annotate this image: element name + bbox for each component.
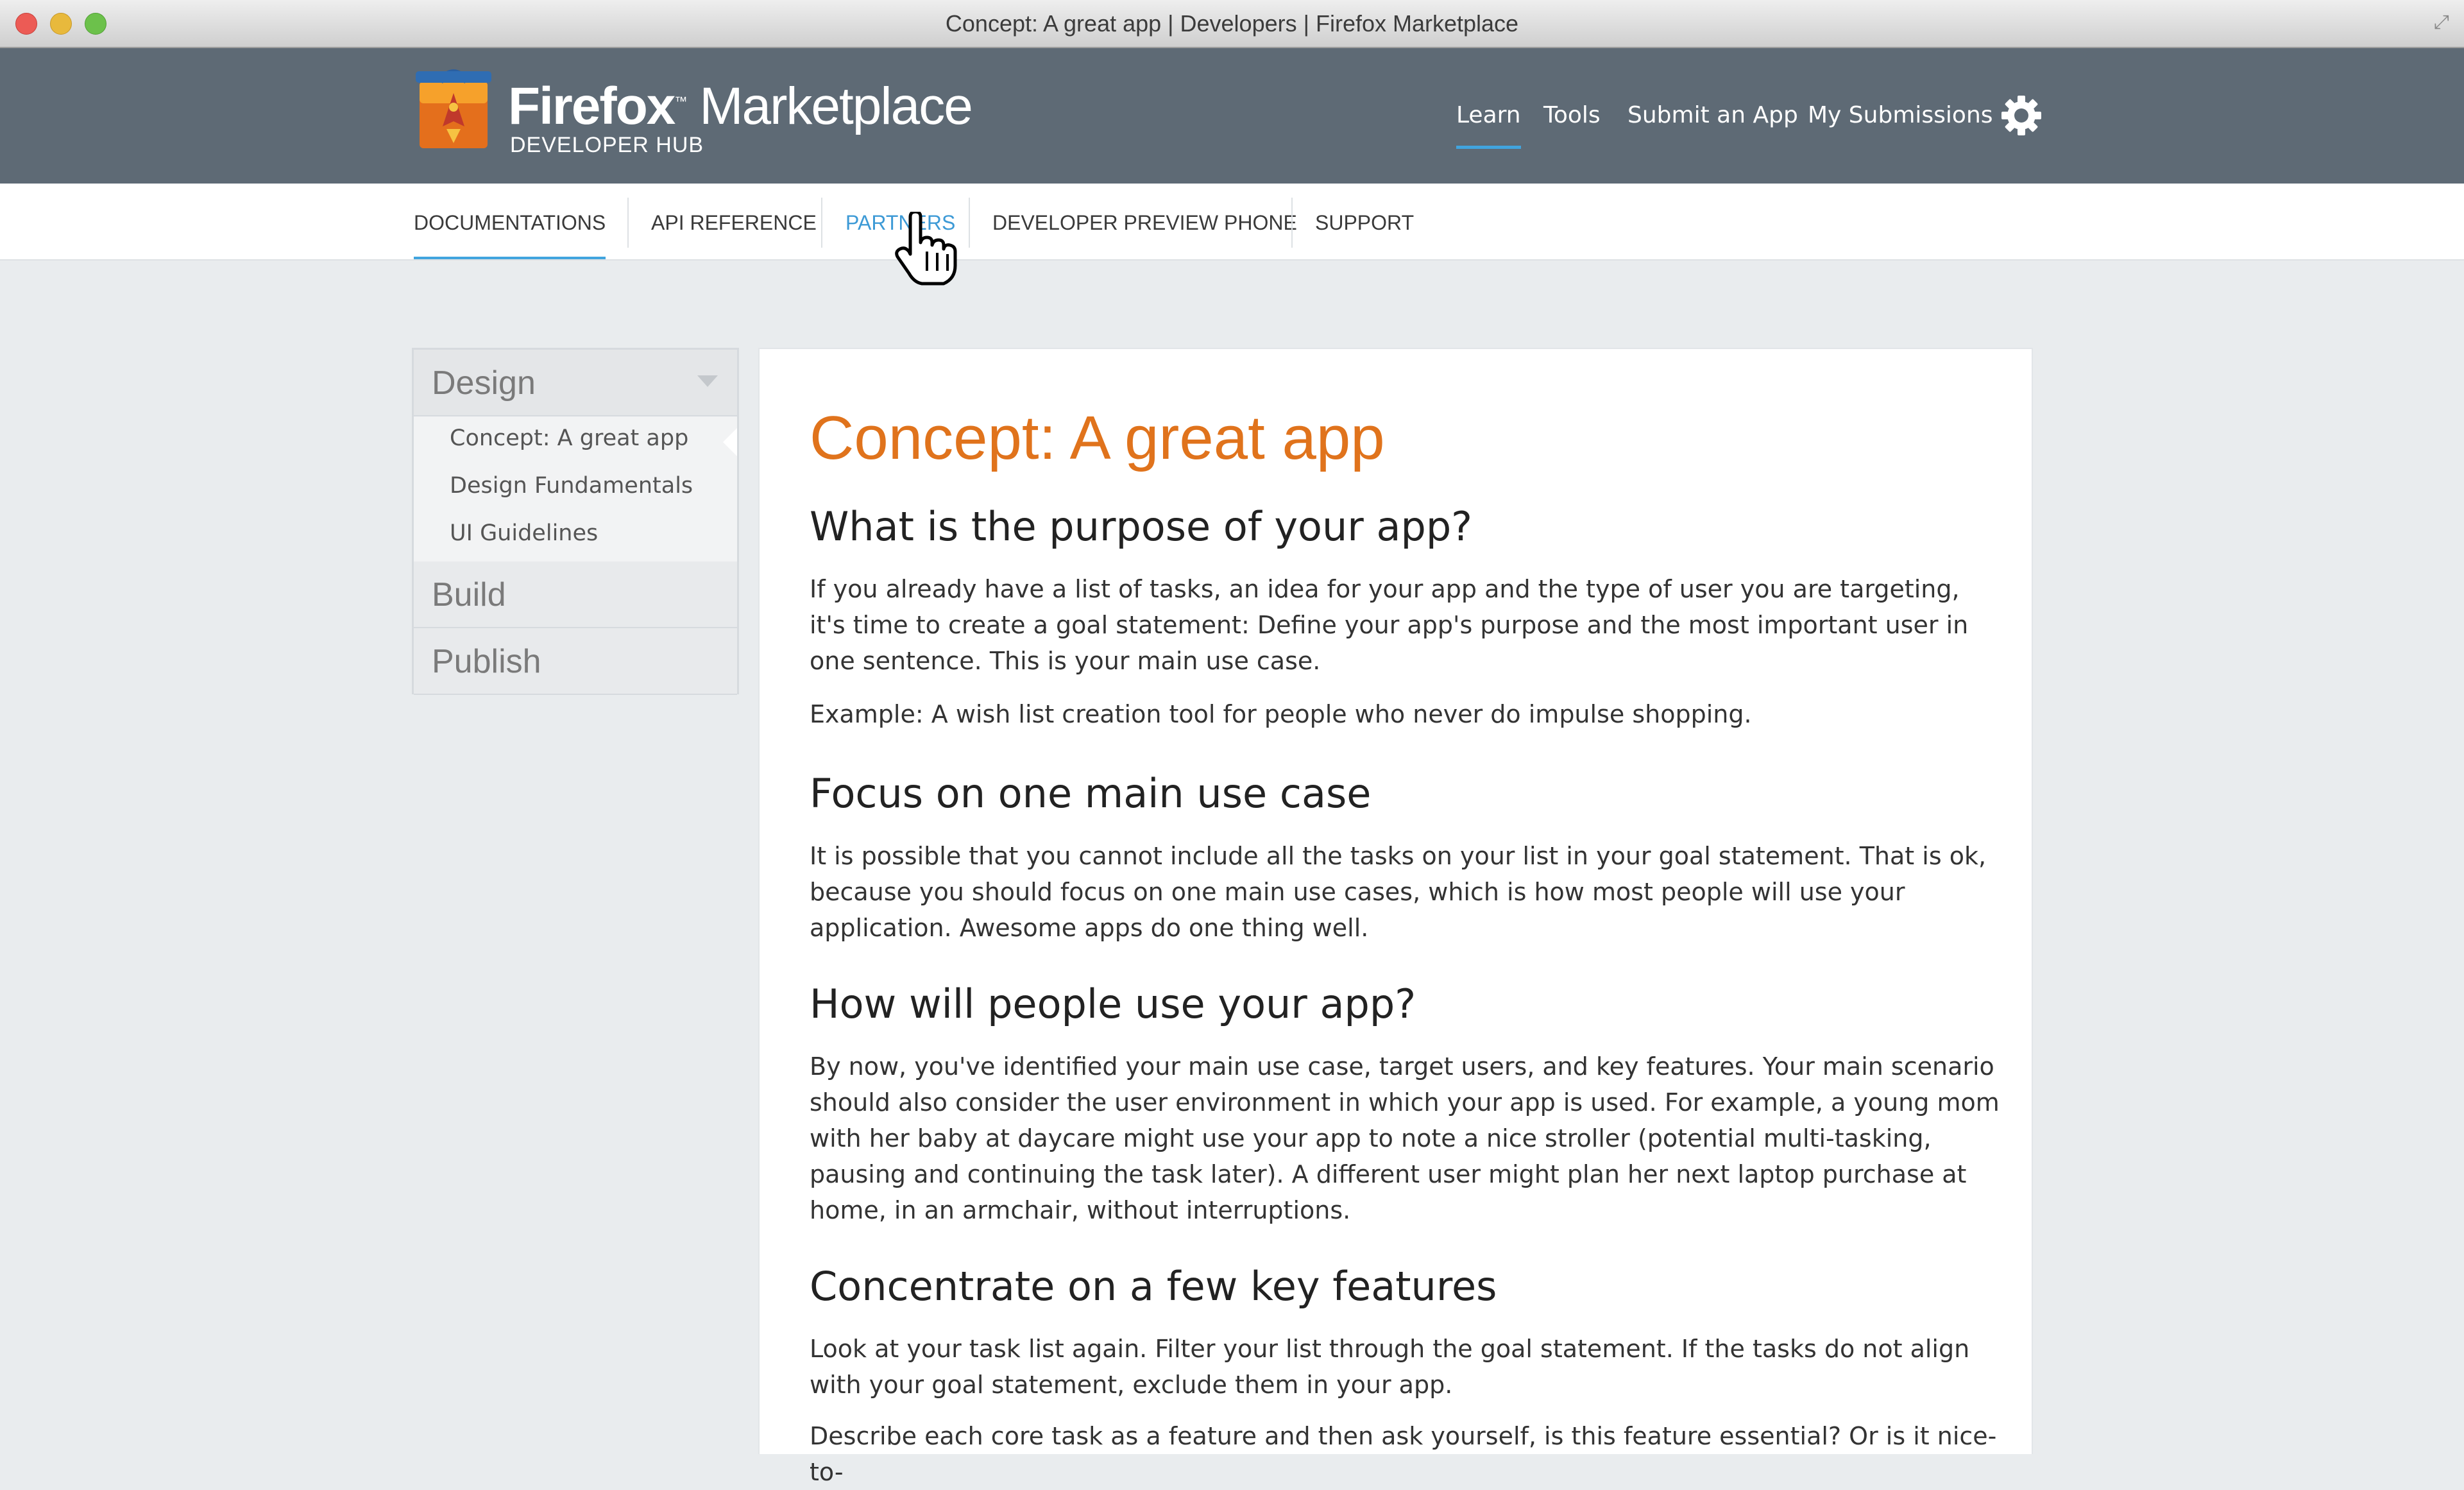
nav-my-submissions[interactable]: My Submissions xyxy=(1808,102,1993,128)
article-content: Concept: A great app What is the purpose… xyxy=(758,348,2033,1486)
paragraph: By now, you've identified your main use … xyxy=(810,1052,2000,1224)
sidebar-item-design-fundamentals[interactable]: Design Fundamentals xyxy=(450,473,693,499)
nav-learn[interactable]: Learn xyxy=(1456,102,1521,149)
sidebar-item-ui-guidelines[interactable]: UI Guidelines xyxy=(450,520,598,546)
docs-sidebar: Design Concept: A great app Design Funda… xyxy=(412,348,739,695)
paragraph: It is possible that you cannot include a… xyxy=(810,842,1987,942)
site-header: Firefox™ Marketplace DEVELOPER HUB Learn… xyxy=(0,48,2464,184)
sidebar-section-title: Design xyxy=(432,364,536,402)
hand-pointer-cursor-icon xyxy=(895,212,957,286)
sidebar-section-design[interactable]: Design xyxy=(414,350,737,416)
fullscreen-icon[interactable]: ⤢ xyxy=(2431,12,2452,33)
brand-name[interactable]: Firefox™ Marketplace xyxy=(508,76,973,137)
nav-tools[interactable]: Tools xyxy=(1543,102,1601,128)
subnav-divider xyxy=(1291,198,1293,248)
sub-navigation: DOCUMENTATIONS API REFERENCE PARTNERS DE… xyxy=(0,184,2464,261)
section-heading: How will people use your app? xyxy=(810,980,1416,1027)
gear-icon[interactable] xyxy=(1999,93,2044,138)
paragraph: Example: A wish list creation tool for p… xyxy=(810,700,1752,728)
brand-subtitle: DEVELOPER HUB xyxy=(510,133,704,157)
section-heading: Concentrate on a few key features xyxy=(810,1263,1497,1310)
window-title: Concept: A great app | Developers | Fire… xyxy=(945,10,1519,37)
subnav-support[interactable]: SUPPORT xyxy=(1315,211,1414,235)
sidebar-section-title: Publish xyxy=(432,643,541,680)
section-heading: Focus on one main use case xyxy=(810,770,1372,817)
sidebar-item-concept[interactable]: Concept: A great app xyxy=(450,425,688,451)
section-heading: What is the purpose of your app? xyxy=(810,503,1473,550)
marketplace-logo-icon[interactable] xyxy=(416,67,491,151)
chevron-down-icon[interactable] xyxy=(697,375,718,387)
page-title: Concept: A great app xyxy=(810,404,1385,472)
sidebar-section-build[interactable]: Build xyxy=(414,561,737,628)
paragraph: Describe each core task as a feature and… xyxy=(810,1422,1997,1486)
subnav-api-reference[interactable]: API REFERENCE xyxy=(651,211,817,235)
subnav-divider xyxy=(821,198,822,248)
nav-submit-app[interactable]: Submit an App xyxy=(1627,102,1798,128)
sidebar-section-publish[interactable]: Publish xyxy=(414,628,737,695)
subnav-divider xyxy=(969,198,970,248)
sidebar-section-title: Build xyxy=(432,576,506,613)
subnav-documentations[interactable]: DOCUMENTATIONS xyxy=(414,211,606,259)
subnav-divider xyxy=(627,198,629,248)
window-titlebar: Concept: A great app | Developers | Fire… xyxy=(0,0,2464,48)
paragraph: If you already have a list of tasks, an … xyxy=(810,575,1969,675)
active-item-indicator xyxy=(723,428,737,456)
subnav-developer-preview-phone[interactable]: DEVELOPER PREVIEW PHONE xyxy=(992,211,1297,235)
paragraph: Look at your task list again. Filter you… xyxy=(810,1335,1970,1399)
